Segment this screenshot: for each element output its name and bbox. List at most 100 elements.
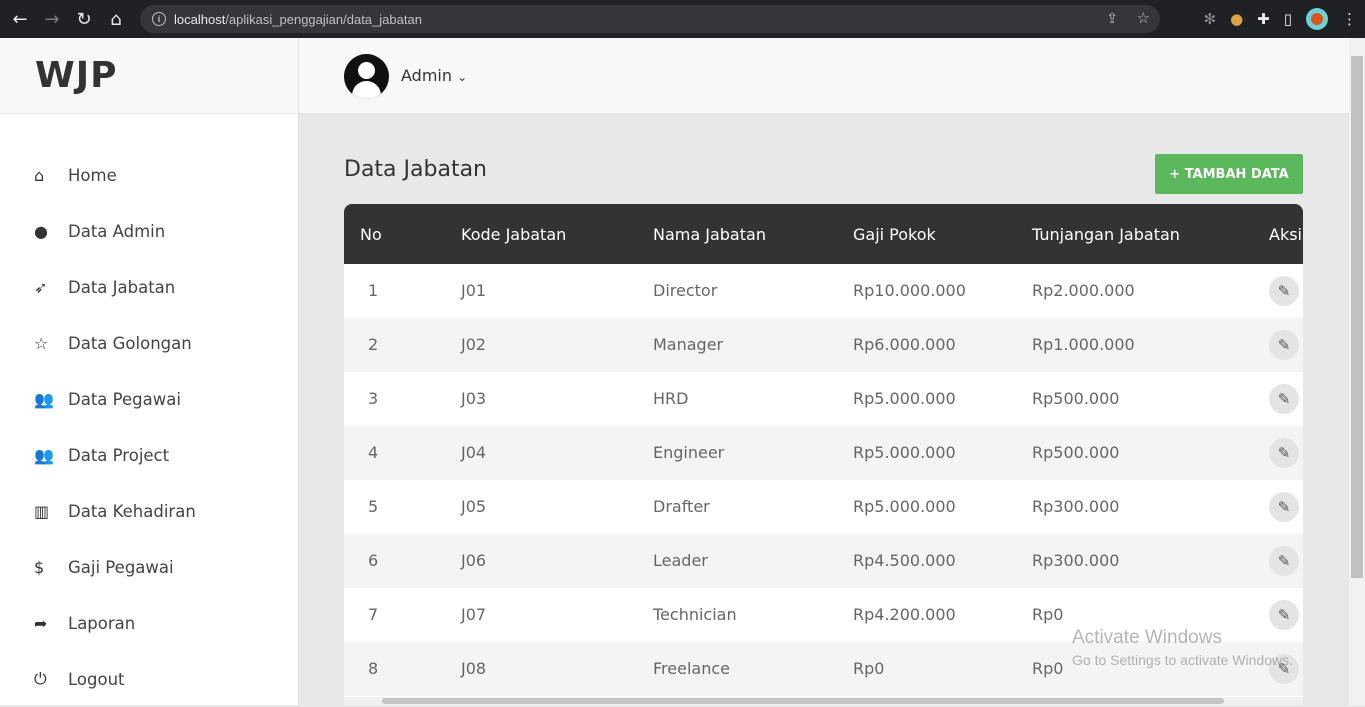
vertical-scrollbar[interactable] [1349, 38, 1365, 705]
edit-icon[interactable]: ✎ [1269, 330, 1299, 360]
table-cell: Rp500.000 [1032, 389, 1120, 408]
share-icon: ➦ [34, 613, 48, 633]
sidebar: WJP ⌂ Home ● Data Admin ➶ Data Jabatan ☆ Data G… [0, 38, 299, 705]
table-row: 1 J01 Director Rp10.000.000 Rp2.000.000 ✎ [344, 264, 1303, 318]
edit-icon[interactable]: ✎ [1269, 600, 1299, 630]
address-bar[interactable]: i localhost/aplikasi_penggajian/data_jab… [140, 5, 1160, 33]
column-header[interactable]: Aksi [1269, 225, 1302, 244]
table-cell: J04 [461, 443, 487, 462]
column-header[interactable]: No [360, 225, 382, 244]
table-cell: J07 [461, 605, 487, 624]
users-icon: 👥 [34, 389, 54, 409]
table-cell: J01 [461, 281, 487, 300]
table-cell: 3 [368, 389, 379, 408]
table-row: 6 J06 Leader Rp4.500.000 Rp300.000 ✎ [344, 534, 1303, 588]
table-cell: Freelance [653, 659, 730, 678]
profile-avatar[interactable] [1306, 8, 1328, 30]
table-cell: Technician [653, 605, 737, 624]
sidebar-item-data-pegawai[interactable]: 👥 Data Pegawai [0, 371, 299, 427]
side-panel-icon[interactable]: ▯ [1284, 10, 1292, 28]
sidebar-item-label: Data Project [68, 445, 170, 465]
edit-icon[interactable]: ✎ [1269, 546, 1299, 576]
sidebar-item-data-admin[interactable]: ● Data Admin [0, 203, 299, 259]
reload-icon[interactable]: ↻ [68, 0, 100, 38]
avatar[interactable] [344, 54, 389, 99]
edit-icon[interactable]: ✎ [1269, 384, 1299, 414]
watermark-title: Activate Windows [1072, 627, 1222, 648]
bar-chart-icon: ▥ [34, 501, 50, 521]
edit-icon[interactable]: ✎ [1269, 438, 1299, 468]
user-name: Admin [401, 66, 452, 85]
vertical-scroll-thumb[interactable] [1351, 56, 1363, 578]
table-cell: J05 [461, 497, 487, 516]
table-cell: Rp10.000.000 [853, 281, 966, 300]
user-menu-toggle[interactable]: Admin ⌄ [401, 66, 467, 85]
url-path: /aplikasi_penggajian/data_jabatan [225, 11, 422, 27]
sidebar-item-home[interactable]: ⌂ Home [0, 147, 299, 203]
sidebar-item-label: Data Pegawai [68, 389, 181, 409]
table-cell: Rp5.000.000 [853, 389, 956, 408]
horizontal-scroll-thumb[interactable] [382, 698, 1224, 704]
horizontal-scrollbar[interactable] [344, 697, 1303, 705]
table-cell: Rp5.000.000 [853, 497, 956, 516]
edit-icon[interactable]: ✎ [1269, 492, 1299, 522]
table-cell: 8 [368, 659, 379, 678]
watermark-subtitle: Go to Settings to activate Windows. [1072, 652, 1293, 668]
back-icon[interactable]: ← [4, 0, 36, 38]
sidebar-item-label: Data Kehadiran [68, 501, 196, 521]
rocket-icon: ➶ [34, 277, 48, 297]
puzzle-icon[interactable]: ✚ [1257, 10, 1270, 28]
column-header[interactable]: Kode Jabatan [461, 225, 566, 244]
users-icon: 👥 [34, 445, 54, 465]
table-row: 5 J05 Drafter Rp5.000.000 Rp300.000 ✎ [344, 480, 1303, 534]
sidebar-item-laporan[interactable]: ➦ Laporan [0, 595, 299, 651]
table-cell: 2 [368, 335, 379, 354]
table-cell: 7 [368, 605, 379, 624]
column-header[interactable]: Nama Jabatan [653, 225, 766, 244]
cookie-extension-icon[interactable]: ● [1230, 10, 1243, 28]
sidebar-item-data-kehadiran[interactable]: ▥ Data Kehadiran [0, 483, 299, 539]
table-cell: J06 [461, 551, 487, 570]
table-cell: J02 [461, 335, 487, 354]
dollar-icon: $ [34, 557, 45, 577]
table-cell: Drafter [653, 497, 710, 516]
table-cell: 4 [368, 443, 379, 462]
column-header[interactable]: Gaji Pokok [853, 225, 936, 244]
bookmark-star-icon[interactable]: ☆ [1137, 9, 1150, 27]
add-data-button[interactable]: + TAMBAH DATA [1155, 154, 1303, 194]
main-content: Data Jabatan + TAMBAH DATA No Kode Jabata… [299, 114, 1349, 705]
browser-toolbar: ← → ↻ ⌂ i localhost/aplikasi_penggajian/… [0, 0, 1365, 38]
table-cell: J08 [461, 659, 487, 678]
table-cell: J03 [461, 389, 487, 408]
sidebar-item-gaji-pegawai[interactable]: $ Gaji Pegawai [0, 539, 299, 595]
extension-gear-icon[interactable]: ✻ [1203, 10, 1216, 28]
table-cell: Rp0 [853, 659, 885, 678]
user-icon: ● [34, 221, 48, 241]
table-cell: Rp2.000.000 [1032, 281, 1135, 300]
info-icon[interactable]: i [152, 12, 166, 26]
sidebar-item-logout[interactable]: ⏻ Logout [0, 651, 299, 707]
sidebar-item-label: Data Jabatan [68, 277, 176, 297]
edit-icon[interactable]: ✎ [1269, 276, 1299, 306]
column-header[interactable]: Tunjangan Jabatan [1032, 225, 1180, 244]
share-page-icon[interactable]: ⇪ [1106, 10, 1118, 27]
table-cell: Director [653, 281, 718, 300]
menu-dots-icon[interactable]: ⋮ [1342, 10, 1357, 28]
sidebar-item-data-jabatan[interactable]: ➶ Data Jabatan [0, 259, 299, 315]
sidebar-item-data-golongan[interactable]: ☆ Data Golongan [0, 315, 299, 371]
table-cell: Rp300.000 [1032, 551, 1120, 570]
forward-icon[interactable]: → [36, 0, 68, 38]
table-cell: Engineer [653, 443, 725, 462]
star-icon: ☆ [34, 333, 49, 353]
table-cell: Rp5.000.000 [853, 443, 956, 462]
sidebar-menu: ⌂ Home ● Data Admin ➶ Data Jabatan ☆ Data Golon… [0, 147, 299, 707]
home-browser-icon[interactable]: ⌂ [100, 0, 132, 38]
sidebar-item-label: Home [68, 165, 117, 185]
top-header: Admin ⌄ [299, 38, 1349, 114]
brand-logo[interactable]: WJP [0, 38, 298, 114]
table-cell: Rp0 [1032, 659, 1064, 678]
sidebar-item-data-project[interactable]: 👥 Data Project [0, 427, 299, 483]
windows-activation-watermark: Activate Windows Go to Settings to activ… [1072, 627, 1293, 668]
table-cell: Rp1.000.000 [1032, 335, 1135, 354]
table-cell: 1 [368, 281, 379, 300]
